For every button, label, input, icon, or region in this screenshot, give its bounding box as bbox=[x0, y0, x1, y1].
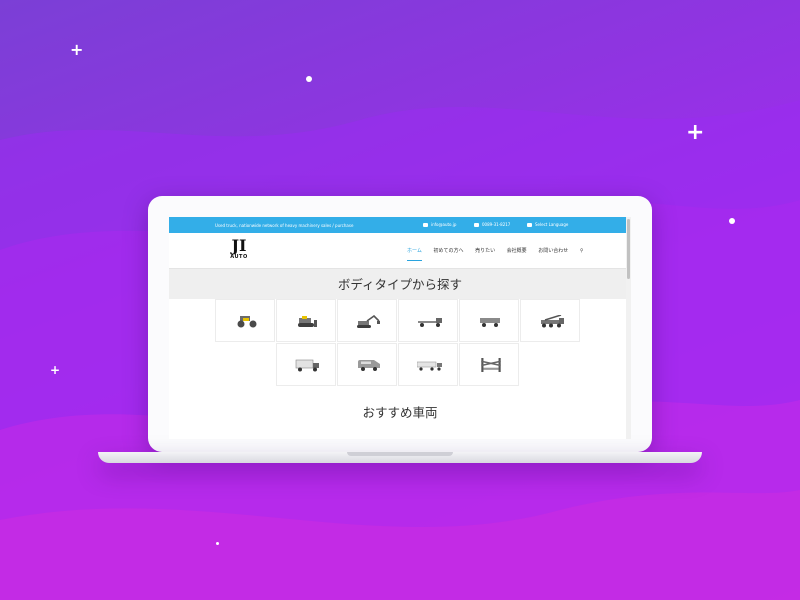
flatbed-truck-icon bbox=[418, 318, 442, 327]
vehicle-tile-crane[interactable] bbox=[520, 299, 580, 342]
excavator-icon bbox=[357, 315, 380, 328]
scrollbar-thumb[interactable] bbox=[627, 219, 630, 279]
vehicle-tile-forklift[interactable] bbox=[459, 343, 519, 386]
vehicle-tile-bulldozer[interactable] bbox=[276, 299, 336, 342]
laptop-screen: Used truck, nationwide network of heavy … bbox=[169, 217, 631, 439]
vehicle-tile-box-truck[interactable] bbox=[276, 343, 336, 386]
site-topbar: Used truck, nationwide network of heavy … bbox=[169, 217, 631, 233]
box-truck-icon bbox=[295, 359, 319, 372]
scrollbar[interactable] bbox=[626, 217, 631, 439]
mail-icon bbox=[423, 223, 428, 227]
dump-trailer-icon bbox=[480, 318, 500, 327]
sparkle-plus-icon: + bbox=[686, 120, 705, 145]
logo-mark: JI bbox=[231, 236, 247, 255]
language-label: Select Language bbox=[535, 222, 569, 227]
road-roller-icon bbox=[237, 316, 257, 328]
van-icon bbox=[358, 360, 380, 371]
vehicle-tile-excavator[interactable] bbox=[337, 299, 397, 342]
section-title: ボディタイプから探す bbox=[337, 277, 463, 292]
sparkle-plus-icon: + bbox=[70, 40, 84, 59]
vehicle-tile-trailer[interactable] bbox=[398, 343, 458, 386]
trailer-truck-icon bbox=[417, 361, 442, 371]
site-logo[interactable]: JI AUTO bbox=[227, 238, 251, 264]
sparkle-dot bbox=[306, 76, 312, 82]
main-nav: ホーム 初めての方へ 売りたい 会社概要 お問い合わせ ⚲ bbox=[407, 247, 594, 261]
nav-item-sell[interactable]: 売りたい bbox=[475, 248, 495, 254]
recommended-title: おすすめ車両 bbox=[362, 405, 438, 420]
sparkle-plus-icon: + bbox=[50, 363, 61, 377]
sparkle-dot bbox=[216, 542, 219, 545]
sparkle-dot bbox=[729, 218, 735, 224]
phone-text: 0089-31-8217 bbox=[482, 222, 511, 227]
phone-link[interactable]: 0089-31-8217 bbox=[474, 222, 510, 227]
google-translate-icon bbox=[527, 223, 532, 227]
vehicle-tile-dump-trailer[interactable] bbox=[459, 299, 519, 342]
nav-item-home[interactable]: ホーム bbox=[407, 248, 422, 261]
crane-truck-icon bbox=[541, 315, 564, 328]
vehicle-tile-flatbed[interactable] bbox=[398, 299, 458, 342]
site-tagline: Used truck, nationwide network of heavy … bbox=[215, 223, 354, 228]
email-text: info@auto.jp bbox=[431, 222, 457, 227]
nav-item-contact[interactable]: お問い合わせ bbox=[538, 248, 568, 254]
vehicle-tile-van[interactable] bbox=[337, 343, 397, 386]
forklift-icon bbox=[481, 358, 501, 372]
logo-word: AUTO bbox=[230, 254, 248, 260]
phone-icon bbox=[474, 223, 479, 227]
nav-item-company[interactable]: 会社概要 bbox=[507, 248, 527, 254]
bulldozer-icon bbox=[298, 316, 317, 327]
email-link[interactable]: info@auto.jp bbox=[423, 222, 456, 227]
search-icon[interactable]: ⚲ bbox=[580, 248, 584, 254]
vehicle-tile-road-roller[interactable] bbox=[215, 299, 275, 342]
site-header: JI AUTO ホーム 初めての方へ 売りたい 会社概要 お問い合わせ ⚲ bbox=[169, 233, 631, 269]
language-selector[interactable]: Select Language bbox=[527, 222, 568, 227]
laptop-notch bbox=[347, 452, 453, 456]
nav-item-first-time[interactable]: 初めての方へ bbox=[433, 248, 463, 254]
